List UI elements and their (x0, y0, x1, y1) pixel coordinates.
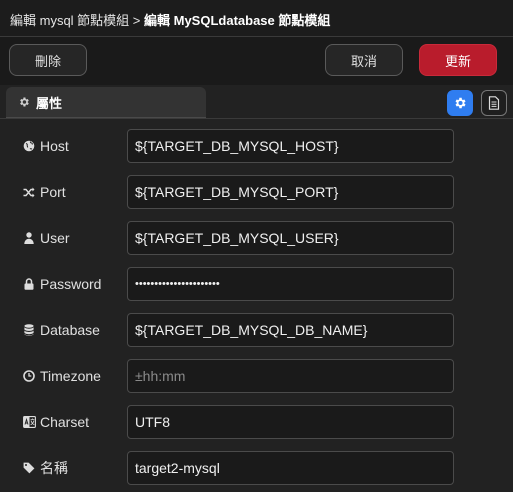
update-button[interactable]: 更新 (419, 44, 497, 76)
name-label: 名稱 (40, 460, 68, 476)
gear-icon (453, 96, 467, 110)
password-row: Password •••••••••••••••••••••• (0, 267, 513, 301)
user-icon (22, 232, 36, 244)
globe-icon (22, 140, 36, 152)
cancel-button[interactable]: 取消 (325, 44, 403, 76)
language-icon (22, 416, 36, 428)
port-row: Port ${TARGET_DB_MYSQL_PORT} (0, 175, 513, 209)
database-label: Database (40, 322, 100, 338)
tab-properties[interactable]: 屬性 (6, 87, 206, 119)
host-input[interactable]: ${TARGET_DB_MYSQL_HOST} (127, 129, 454, 163)
breadcrumb: 編輯 mysql 節點模組 > 編輯 MySQLdatabase 節點模組 (10, 10, 330, 29)
breadcrumb-separator: > (132, 13, 141, 28)
host-label: Host (40, 138, 69, 154)
host-row: Host ${TARGET_DB_MYSQL_HOST} (0, 129, 513, 163)
lock-icon (22, 278, 36, 290)
tab-row: 屬性 (0, 85, 513, 119)
delete-button[interactable]: 刪除 (9, 44, 87, 76)
password-input[interactable]: •••••••••••••••••••••• (127, 267, 454, 301)
top-bar: 編輯 mysql 節點模組 > 編輯 MySQLdatabase 節點模組 (0, 0, 513, 37)
port-input[interactable]: ${TARGET_DB_MYSQL_PORT} (127, 175, 454, 209)
user-input[interactable]: ${TARGET_DB_MYSQL_USER} (127, 221, 454, 255)
user-label: User (40, 230, 70, 246)
timezone-label-wrap: Timezone (22, 359, 101, 393)
host-label-wrap: Host (22, 129, 69, 163)
user-label-wrap: User (22, 221, 70, 255)
tag-icon (22, 462, 36, 474)
port-label-wrap: Port (22, 175, 66, 209)
random-icon (22, 187, 36, 198)
database-label-wrap: Database (22, 313, 100, 347)
database-row: Database ${TARGET_DB_MYSQL_DB_NAME} (0, 313, 513, 347)
action-bar: 刪除 取消 更新 (0, 37, 513, 85)
name-row: 名稱 target2-mysql (0, 451, 513, 485)
timezone-input[interactable]: ±hh:mm (127, 359, 454, 393)
tab-divider (0, 118, 513, 119)
gear-icon (18, 96, 30, 108)
breadcrumb-current: 編輯 MySQLdatabase 節點模組 (144, 13, 331, 28)
document-icon (488, 96, 500, 110)
name-label-wrap: 名稱 (22, 451, 68, 485)
tab-properties-label: 屬性 (36, 95, 63, 111)
timezone-label: Timezone (40, 368, 101, 384)
name-input[interactable]: target2-mysql (127, 451, 454, 485)
password-label-wrap: Password (22, 267, 101, 301)
port-label: Port (40, 184, 66, 200)
clock-icon (22, 370, 36, 382)
database-input[interactable]: ${TARGET_DB_MYSQL_DB_NAME} (127, 313, 454, 347)
timezone-row: Timezone ±hh:mm (0, 359, 513, 393)
settings-button[interactable] (447, 90, 473, 116)
description-button[interactable] (481, 90, 507, 116)
password-label: Password (40, 276, 102, 292)
charset-row: Charset UTF8 (0, 405, 513, 439)
user-row: User ${TARGET_DB_MYSQL_USER} (0, 221, 513, 255)
database-icon (22, 324, 36, 336)
charset-label-wrap: Charset (22, 405, 89, 439)
breadcrumb-parent[interactable]: 編輯 mysql 節點模組 (10, 13, 129, 28)
charset-label: Charset (40, 414, 90, 430)
charset-input[interactable]: UTF8 (127, 405, 454, 439)
